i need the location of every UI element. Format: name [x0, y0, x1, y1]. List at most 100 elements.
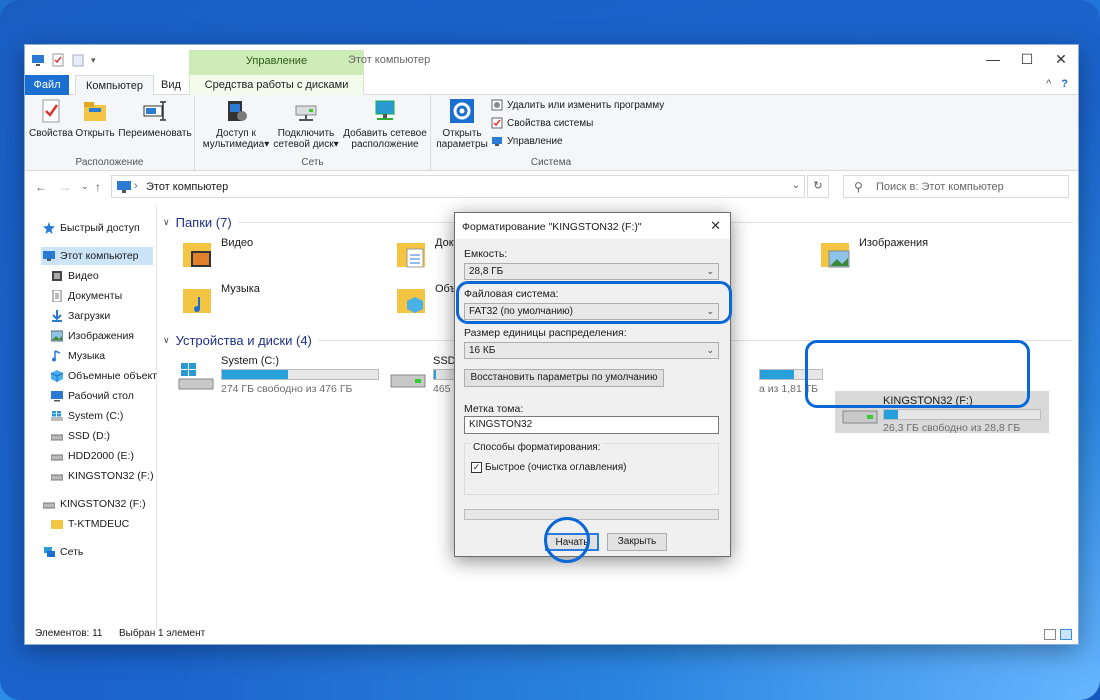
minimize-button[interactable]: — [976, 48, 1010, 70]
help-icon[interactable]: ? [1061, 78, 1068, 90]
folder-documents[interactable]: Доку [395, 237, 459, 271]
search-input[interactable]: ⚲ Поиск в: Этот компьютер [843, 175, 1069, 198]
manage-button[interactable]: Управление [491, 135, 563, 147]
tiles-view-icon[interactable] [1060, 629, 1072, 640]
tab-computer[interactable]: Компьютер [75, 75, 154, 96]
dialog-close-icon[interactable]: ✕ [710, 218, 721, 234]
back-button[interactable]: ← [35, 180, 47, 194]
nav-item-this-pc[interactable]: Этот компьютер [41, 247, 153, 265]
cube-icon [51, 370, 63, 382]
desktop-icon [51, 391, 63, 402]
nav-item-desktop[interactable]: Рабочий стол [51, 387, 134, 405]
close-button[interactable]: ✕ [1044, 48, 1078, 70]
recent-locations-button[interactable]: ⌄ [81, 181, 89, 192]
document-icon [52, 290, 62, 302]
drive-hdd-e[interactable]: а из 1,81 ТБ [759, 355, 829, 397]
nav-item-system-c[interactable]: System (C:) [51, 407, 123, 425]
status-bar: Элементов: 11 Выбран 1 элемент [25, 624, 1078, 644]
volume-label-label: Метка тома: [464, 403, 524, 415]
network-icon [44, 547, 55, 557]
properties-check-icon[interactable] [51, 53, 65, 67]
system-properties-button[interactable]: Свойства системы [491, 117, 593, 129]
qat-dropdown-icon[interactable]: ▾ [91, 55, 96, 66]
path-separator: › [134, 180, 138, 192]
filesystem-select[interactable]: FAT32 (по умолчанию) ⌄ [464, 303, 719, 320]
nav-item-video[interactable]: Видео [51, 267, 99, 285]
filesystem-label: Файловая система: [464, 288, 559, 300]
format-dialog: Форматирование "KINGSTON32 (F:)" ✕ Емкос… [454, 212, 731, 557]
add-network-location-button[interactable]: Добавить сетевое расположение [341, 97, 429, 150]
format-options-legend: Способы форматирования: [471, 442, 603, 453]
ribbon: Свойства Открыть Переименовать Расположе… [25, 95, 1078, 171]
nav-item-quick-access[interactable]: Быстрый доступ [43, 219, 140, 237]
nav-item-kingston-f[interactable]: KINGSTON32 (F:) [51, 467, 154, 485]
rename-button[interactable]: Переименовать [117, 97, 193, 139]
nav-item-pictures[interactable]: Изображения [51, 327, 134, 345]
group-label-location: Расположение [75, 157, 144, 168]
star-icon [43, 222, 55, 234]
uninstall-program-button[interactable]: Удалить или изменить программу [491, 99, 664, 111]
capacity-select[interactable]: 28,8 ГБ ⌄ [464, 263, 719, 280]
cluster-size-select[interactable]: 16 КБ ⌄ [464, 342, 719, 359]
restore-defaults-button[interactable]: Восстановить параметры по умолчанию [464, 369, 664, 387]
search-placeholder: Поиск в: Этот компьютер [876, 181, 1004, 193]
nav-item-kingston-f-root[interactable]: KINGSTON32 (F:) [43, 495, 146, 513]
tab-disk-tools[interactable]: Средства работы с дисками [189, 75, 364, 95]
nav-item-downloads[interactable]: Загрузки [51, 307, 110, 325]
folder-3d-objects[interactable]: Объ [395, 283, 456, 317]
up-button[interactable]: ↑ [95, 180, 101, 194]
address-path[interactable]: Этот компьютер [146, 181, 228, 193]
folder-music[interactable]: Музыка [181, 283, 260, 317]
rename-icon [143, 101, 166, 121]
quick-access-toolbar: ▾ [31, 53, 96, 67]
details-view-icon[interactable] [1044, 629, 1056, 640]
view-toggle [1044, 629, 1072, 640]
tab-file[interactable]: Файл [25, 75, 69, 95]
nav-item-network[interactable]: Сеть [43, 543, 83, 561]
nav-item-hdd-e[interactable]: HDD2000 (E:) [51, 447, 134, 465]
folder-pictures[interactable]: Изображения [819, 237, 928, 271]
refresh-button[interactable]: ↻ [807, 175, 829, 198]
navigation-pane: Быстрый доступ Этот компьютер Видео Доку… [25, 205, 157, 629]
pictures-icon [51, 330, 63, 342]
nav-item-music[interactable]: Музыка [51, 347, 105, 365]
collapse-ribbon-icon[interactable]: ^ [1046, 78, 1051, 90]
settings-gear-icon [450, 99, 474, 123]
folder-video[interactable]: Видео [181, 237, 253, 271]
media-icon [228, 101, 247, 121]
volume-label-input[interactable]: KINGSTON32 [464, 416, 719, 434]
address-bar[interactable]: › Этот компьютер ⌄ [111, 175, 805, 198]
cluster-size-label: Размер единицы распределения: [464, 327, 627, 339]
quick-format-checkbox[interactable]: ✓ Быстрое (очистка оглавления) [471, 462, 627, 473]
format-options-group: Способы форматирования: ✓ Быстрое (очист… [464, 442, 719, 495]
group-network: Доступ к мультимедиа▾ Подключить сетевой… [195, 95, 431, 171]
forward-button[interactable]: → [59, 180, 71, 194]
address-dropdown-icon[interactable]: ⌄ [792, 180, 800, 191]
nav-item-tktmdeuc[interactable]: T-KTMDEUC [51, 515, 129, 533]
new-folder-icon[interactable] [71, 53, 85, 67]
maximize-button[interactable]: ☐ [1010, 48, 1044, 70]
tab-view[interactable]: Вид [151, 75, 191, 95]
folder-icon [51, 520, 63, 529]
chevron-down-icon: ∨ [163, 335, 170, 345]
nav-item-ssd-d[interactable]: SSD (D:) [51, 427, 110, 445]
desktop-background: ▾ Управление Этот компьютер — ☐ ✕ Файл К… [0, 0, 1100, 700]
start-button[interactable]: Начать [545, 533, 599, 551]
open-button[interactable]: Открыть [73, 97, 117, 139]
nav-item-documents[interactable]: Документы [51, 287, 122, 305]
nav-item-3d-objects[interactable]: Объемные объекты [51, 367, 157, 385]
windows-drive-icon [178, 363, 214, 390]
group-label-system: Система [530, 157, 572, 168]
open-settings-button[interactable]: Открыть параметры [435, 97, 489, 150]
selection-count: Выбран 1 элемент [119, 628, 206, 639]
drive-usage-bar [883, 409, 1041, 420]
drive-kingston-f[interactable]: KINGSTON32 (F:) 26,3 ГБ свободно из 28,8… [835, 391, 1049, 434]
chevron-down-icon: ∨ [163, 217, 170, 227]
computer-icon[interactable] [31, 53, 45, 67]
drive-usage-bar [759, 369, 823, 380]
close-dialog-button[interactable]: Закрыть [607, 533, 667, 551]
properties-button[interactable]: Свойства [29, 97, 73, 139]
drive-system-c[interactable]: System (C:) 274 ГБ свободно из 476 ГБ [177, 355, 387, 397]
media-access-button[interactable]: Доступ к мультимедиа▾ [201, 97, 271, 150]
map-network-drive-button[interactable]: Подключить сетевой диск▾ [271, 97, 341, 150]
